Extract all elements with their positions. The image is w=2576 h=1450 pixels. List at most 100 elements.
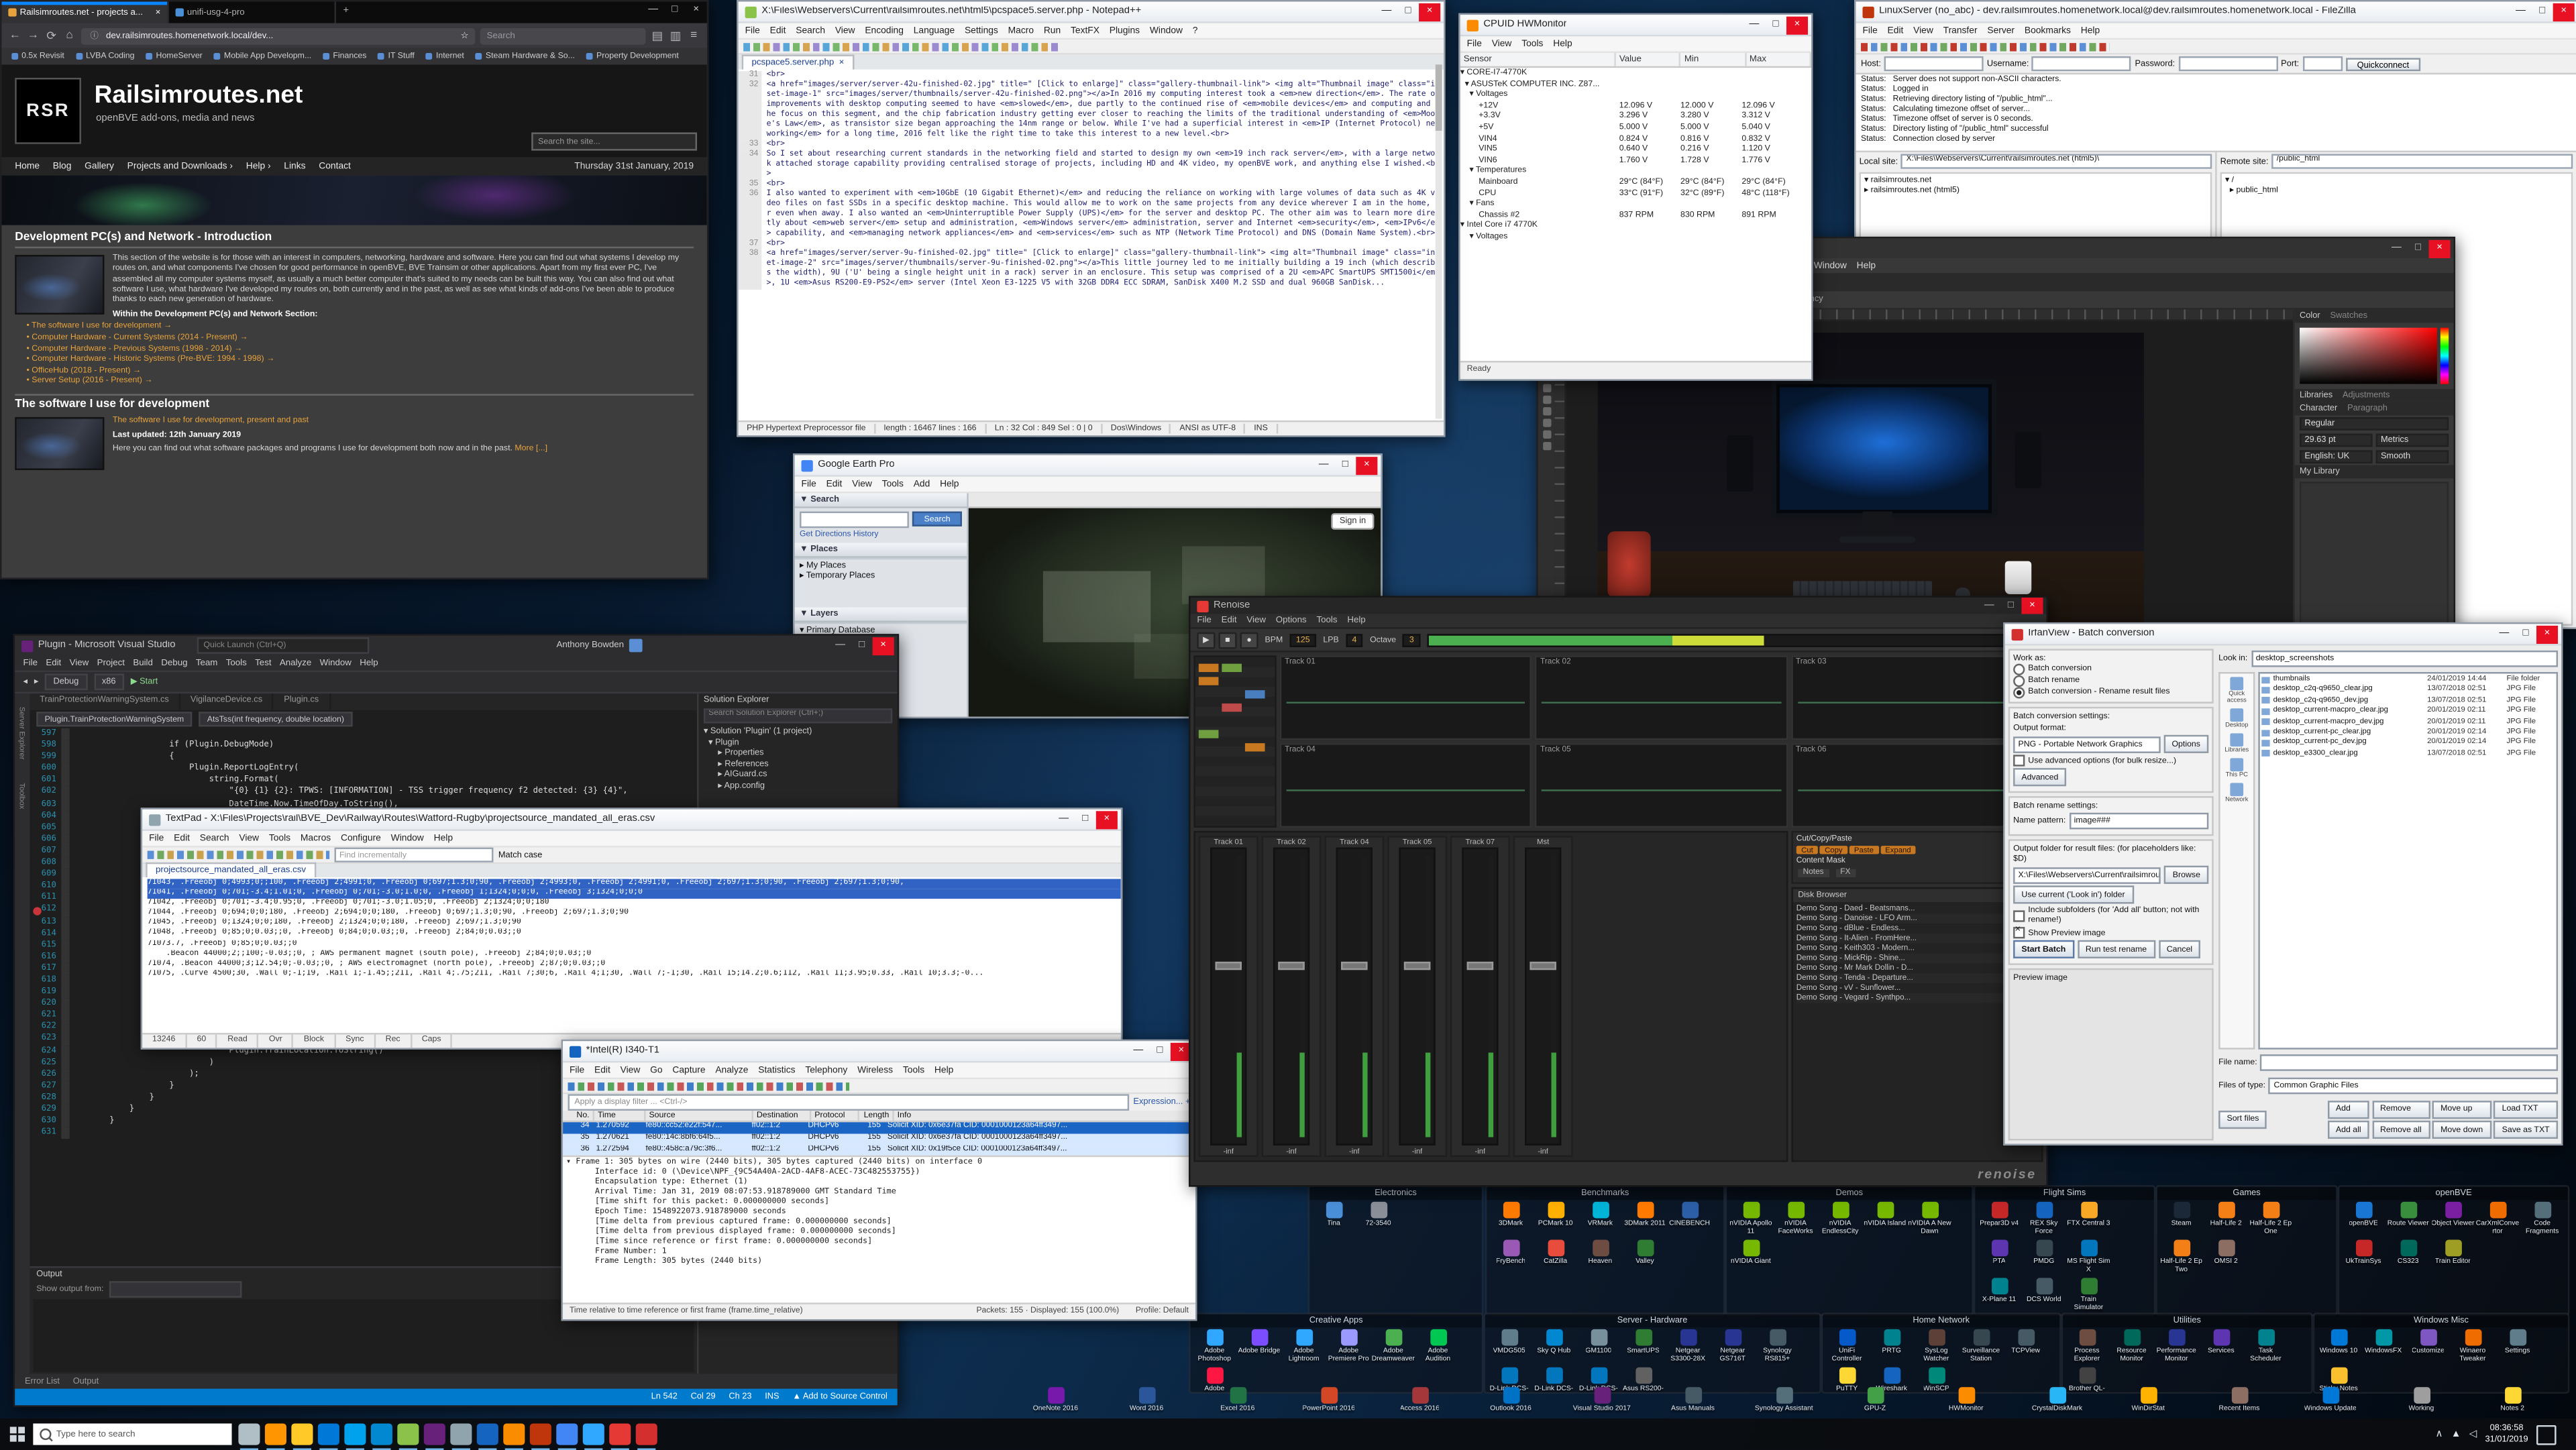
menu-item[interactable]: View [239, 834, 259, 844]
maximize-button[interactable]: □ [1334, 456, 1356, 474]
file-row[interactable]: desktop_current-macpro_clear.jpg20/01/20… [2260, 706, 2557, 716]
minimize-button[interactable]: — [1053, 810, 1075, 828]
file-action-button[interactable]: Load TXT [2493, 1100, 2558, 1118]
text-editor[interactable]: 71043, .Freeobj 0;4993;0;;100, .Freeobj … [142, 877, 1121, 1033]
forward-button[interactable]: → [26, 30, 40, 41]
new-tab-button[interactable]: + [336, 1, 356, 23]
action-center-icon[interactable] [2536, 1425, 2557, 1445]
desktop-icon[interactable]: Windows Update [2288, 1387, 2373, 1415]
close-tab-icon[interactable]: × [156, 7, 161, 17]
bookmark-item[interactable]: Property Development [586, 52, 679, 62]
menu-item[interactable]: Edit [1222, 616, 1237, 626]
menu-item[interactable]: Macro [1008, 25, 1034, 36]
navigate-back-icon[interactable]: ◂ [23, 677, 28, 687]
search-input[interactable] [800, 512, 909, 528]
menu-item[interactable]: Options [1276, 616, 1307, 626]
desktop-icon[interactable]: TCPView [2003, 1329, 2048, 1365]
desktop-icon[interactable]: Half-Life 2 [2204, 1202, 2249, 1238]
places-item[interactable]: ▸ My Places [800, 561, 962, 572]
scrollbar[interactable] [1436, 64, 1442, 419]
taskbar-app-icon[interactable] [636, 1423, 657, 1445]
place-item[interactable]: Network [2225, 783, 2248, 803]
column-header[interactable]: Min [1681, 53, 1746, 66]
tree-item[interactable]: ▸ railsimroutes.net (html5) [1864, 186, 2207, 197]
section-link[interactable]: Computer Hardware - Current Systems (201… [15, 333, 694, 343]
article-thumbnail[interactable] [15, 256, 104, 315]
detail-line[interactable]: Arrival Time: Jan 31, 2019 08:07:53.9187… [566, 1189, 1192, 1199]
menu-item[interactable]: ? [1193, 25, 1198, 36]
desktop-icon[interactable]: Adobe Premiere Pro [1326, 1329, 1371, 1365]
song-item[interactable]: Demo Song - vV - Sunflower... [1796, 983, 2038, 993]
code-editor[interactable]: 31<br>32<a href="images/server/server-42… [739, 70, 1444, 421]
back-button[interactable]: ← [8, 30, 21, 41]
menu-item[interactable]: Search [796, 25, 825, 36]
close-button[interactable]: × [2553, 3, 2575, 21]
desktop-icon[interactable]: REX Sky Force [2021, 1202, 2066, 1238]
solution-config-dropdown[interactable]: Debug [45, 673, 87, 690]
song-item[interactable]: Demo Song - It-Alien - FromHere... [1796, 934, 2038, 944]
edit-button[interactable]: Expand [1880, 846, 1916, 854]
desktop-icon[interactable]: UniFi Controller [1825, 1329, 1870, 1365]
start-batch-button[interactable]: Start Batch [2013, 940, 2074, 958]
close-button[interactable]: × [2536, 625, 2558, 643]
password-field[interactable] [2178, 56, 2277, 71]
article-thumbnail[interactable] [15, 417, 104, 470]
type-dropdown[interactable]: Plugin.TrainProtectionWarningSystem [36, 712, 192, 726]
sensor-row[interactable]: ▾ Voltages [1460, 90, 1811, 101]
taskbar-app-icon[interactable] [609, 1423, 631, 1445]
bookmark-item[interactable]: Finances [323, 52, 367, 62]
desktop-icon[interactable]: FryBench [1489, 1240, 1534, 1276]
files-of-type-dropdown[interactable]: Common Graphic Files [2269, 1076, 2558, 1093]
minimize-button[interactable]: — [1128, 1042, 1149, 1060]
options-button[interactable]: Options [2163, 735, 2208, 753]
menu-item[interactable]: Project [97, 658, 125, 668]
advanced-button[interactable]: Advanced [2013, 768, 2067, 786]
sensor-row[interactable]: +3.3V3.296 V3.280 V3.312 V [1460, 111, 1811, 122]
name-pattern-input[interactable]: image### [2069, 813, 2208, 830]
sidebar-icon[interactable]: ▥ [669, 29, 682, 42]
maximize-button[interactable]: □ [1075, 810, 1096, 828]
desktop-icon[interactable]: SmartUPS [1621, 1329, 1666, 1365]
remote-site-path[interactable]: /public_html [2271, 154, 2573, 169]
menu-icon[interactable]: ≡ [687, 30, 700, 41]
display-filter-input[interactable]: Apply a display filter ... <Ctrl-/> [568, 1094, 1128, 1111]
document-tab[interactable]: TrainProtectionWarningSystem.cs [30, 693, 180, 710]
mask-toggle[interactable]: FX [1833, 867, 1857, 879]
minimize-button[interactable]: — [829, 636, 851, 655]
character-panel-tab[interactable]: Character [2300, 404, 2337, 414]
file-action-button[interactable]: Move down [2432, 1121, 2491, 1139]
desktop-icon[interactable]: PTA [1977, 1240, 2022, 1276]
look-in-dropdown[interactable]: desktop_screenshots [2251, 651, 2558, 667]
file-action-button[interactable]: Save as TXT [2493, 1121, 2558, 1139]
url-bar[interactable]: ⓘdev.railsimroutes.homenetwork.local/dev… [81, 27, 475, 44]
menu-item[interactable]: Plugins [1110, 25, 1140, 36]
maximize-button[interactable]: □ [2515, 625, 2536, 643]
menu-item[interactable]: Analyze [280, 658, 311, 668]
color-picker[interactable] [2300, 328, 2449, 384]
solution-tree-item[interactable]: ▸ Properties [704, 748, 892, 759]
song-item[interactable]: Demo Song - dBlue - Endless... [1796, 924, 2038, 934]
taskbar-app-icon[interactable] [371, 1423, 392, 1445]
taskbar-search[interactable]: Type here to search [33, 1423, 231, 1445]
volume-fader[interactable] [1525, 848, 1561, 1146]
minimize-button[interactable]: — [2385, 239, 2407, 258]
google-earth-toolbar[interactable] [969, 493, 1381, 508]
signed-in-user[interactable]: Anthony Bowden [556, 640, 624, 651]
menu-item[interactable]: Test [255, 658, 271, 668]
file-row[interactable]: desktop_current-macpro_dev.jpg20/01/2019… [2260, 716, 2557, 727]
menu-item[interactable]: File [1467, 39, 1482, 49]
minimize-button[interactable]: — [643, 1, 664, 23]
output-folder-input[interactable]: X:\Files\Webservers\Current\railsimroute… [2013, 867, 2161, 883]
bookmark-item[interactable]: IT Stuff [378, 52, 415, 62]
track-scope[interactable]: Track 04 [1280, 743, 1532, 828]
member-dropdown[interactable]: AtsTss(int frequency, double location) [199, 712, 352, 726]
desktop-icon[interactable]: VRMark [1578, 1202, 1623, 1238]
menu-item[interactable]: Tools [269, 834, 290, 844]
solution-tree-item[interactable]: ▸ References [704, 759, 892, 770]
navigate-forward-icon[interactable]: ▸ [34, 677, 38, 687]
song-item[interactable]: Demo Song - Tenda - Departure... [1796, 973, 2038, 983]
minimize-button[interactable]: — [1313, 456, 1334, 474]
menu-item[interactable]: View [835, 25, 855, 36]
radio-batch-rename[interactable]: Batch rename [2013, 675, 2208, 687]
place-item[interactable]: Quick access [2220, 677, 2253, 703]
